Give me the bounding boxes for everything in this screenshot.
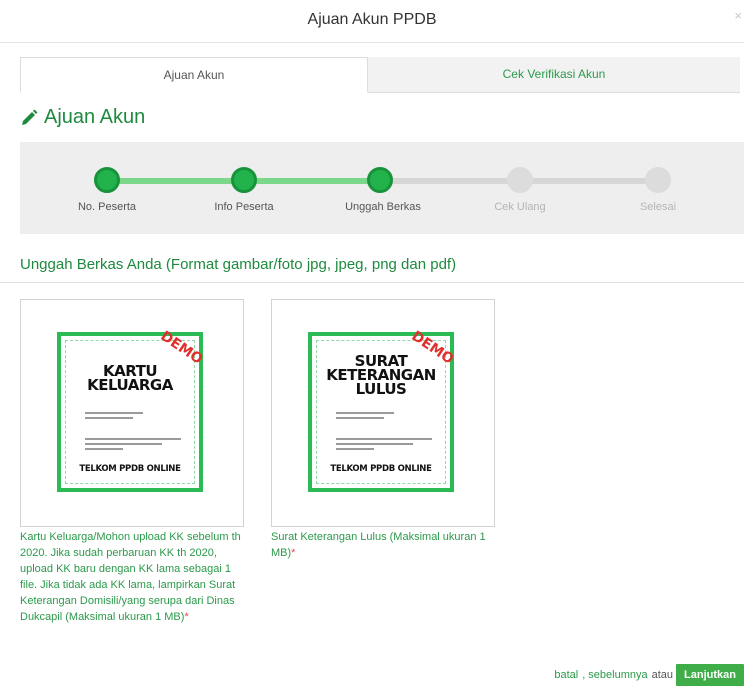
step-dot-unggah-berkas bbox=[367, 167, 393, 193]
step-label-unggah-berkas: Unggah Berkas bbox=[345, 201, 421, 213]
upload-heading: Unggah Berkas Anda (Format gambar/foto j… bbox=[20, 256, 457, 273]
step-label-info-peserta: Info Peserta bbox=[214, 201, 274, 213]
modal-header: Ajuan Akun PPDB × bbox=[0, 0, 744, 43]
modal-title: Ajuan Akun PPDB bbox=[307, 11, 437, 28]
step-label-no-peserta: No. Peserta bbox=[77, 201, 137, 213]
upload-card-kartu-keluarga[interactable]: KARTU KELUARGA TELKOM PPDB ONLINE DEMO bbox=[20, 299, 244, 527]
modal-footer: batal , sebelumnya atau Lanjutkan bbox=[554, 664, 744, 686]
doc-title: KARTU KELUARGA bbox=[87, 362, 173, 394]
step-dot-no-peserta bbox=[94, 167, 120, 193]
doc-text-lines bbox=[85, 412, 181, 430]
pencil-icon bbox=[22, 109, 38, 125]
required-mark: * bbox=[184, 611, 189, 623]
upload-card-surat-keterangan-lulus[interactable]: SURAT KETERANGAN LULUS TELKOM PPDB ONLIN… bbox=[271, 299, 495, 527]
doc-footer: TELKOM PPDB ONLINE bbox=[79, 464, 181, 474]
divider bbox=[0, 282, 744, 283]
step-dot-cek-ulang bbox=[507, 167, 533, 193]
document-preview-kartu-keluarga: KARTU KELUARGA TELKOM PPDB ONLINE DEMO bbox=[57, 328, 205, 492]
step-label-cek-ulang: Cek Ulang bbox=[494, 201, 546, 213]
tab-bar: Ajuan Akun Cek Verifikasi Akun bbox=[20, 57, 740, 93]
tab-ajuan-akun[interactable]: Ajuan Akun bbox=[20, 57, 368, 93]
doc-text-lines bbox=[336, 412, 432, 430]
doc-text-lines bbox=[336, 438, 432, 456]
document-preview-surat-keterangan-lulus: SURAT KETERANGAN LULUS TELKOM PPDB ONLIN… bbox=[308, 328, 456, 492]
close-icon[interactable]: × bbox=[734, 8, 742, 23]
required-mark: * bbox=[291, 547, 296, 559]
section-title-text: Ajuan Akun bbox=[44, 106, 146, 128]
doc-footer: TELKOM PPDB ONLINE bbox=[330, 464, 432, 474]
section-title: Ajuan Akun bbox=[20, 106, 145, 129]
cancel-link[interactable]: batal bbox=[554, 669, 578, 681]
doc-title: SURAT KETERANGAN LULUS bbox=[326, 352, 436, 398]
doc-text-lines bbox=[85, 438, 181, 456]
next-button[interactable]: Lanjutkan bbox=[676, 664, 744, 686]
or-text: atau bbox=[651, 669, 674, 681]
progress-stepper: No. Peserta Info Peserta Unggah Berkas C… bbox=[20, 142, 744, 234]
step-label-selesai: Selesai bbox=[639, 201, 677, 213]
caption-surat-keterangan-lulus: Surat Keterangan Lulus (Maksimal ukuran … bbox=[271, 531, 486, 559]
step-dot-info-peserta bbox=[231, 167, 257, 193]
step-dot-selesai bbox=[645, 167, 671, 193]
caption-kartu-keluarga: Kartu Keluarga/Mohon upload KK sebelum t… bbox=[20, 531, 241, 623]
tab-cek-verifikasi-akun[interactable]: Cek Verifikasi Akun bbox=[368, 57, 740, 93]
previous-link[interactable]: , sebelumnya bbox=[582, 669, 647, 681]
